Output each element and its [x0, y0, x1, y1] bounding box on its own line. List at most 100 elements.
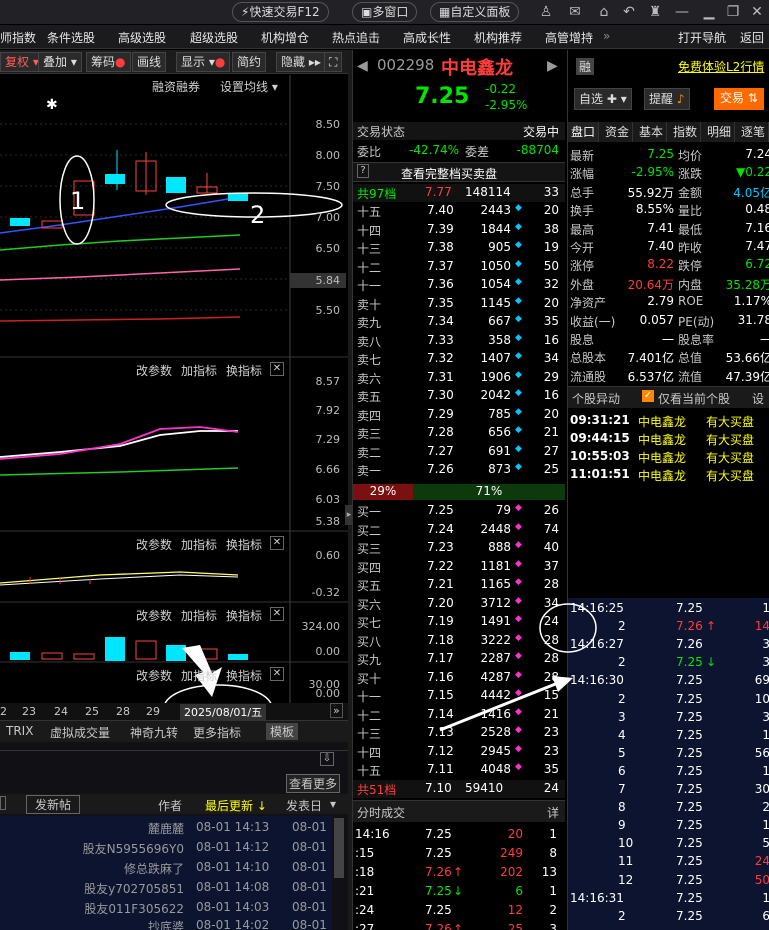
panel4-add-indicator-button[interactable]: 加指标 [181, 607, 217, 624]
panel5-add-indicator-button[interactable]: 加指标 [181, 667, 217, 684]
open-nav-link[interactable]: 打开导航 [678, 29, 726, 46]
panel3-add-indicator-button[interactable]: 加指标 [181, 536, 217, 553]
user-icon[interactable]: ♙ [537, 3, 555, 21]
tick-row[interactable]: 9 7.25 1 [568, 817, 769, 835]
ask-row[interactable]: 卖二 7.27 691 ◆ 27 [353, 443, 565, 461]
posts-scrollbar[interactable] [334, 818, 344, 878]
panel4-change-indicator-button[interactable]: 换指标 [226, 607, 262, 624]
minimize-icon[interactable]: — [673, 3, 691, 21]
time-sales-row[interactable]: :18 7.26 ↑ 202 13 [353, 864, 565, 882]
ma-setting-button[interactable]: 设置均线 ▾ [220, 78, 278, 95]
tab-virtual-volume[interactable]: 虚拟成交量 [50, 724, 110, 741]
tick-row[interactable]: 12 7.25 50 [568, 872, 769, 890]
collapse-icon[interactable]: ⇩ [320, 752, 334, 766]
kline-chart-area[interactable]: ✱ 1 2 融资融券 设置均线 ▾ 8.50 8.00 7.50 7.00 6.… [0, 75, 348, 720]
mail-icon[interactable]: ✉ [566, 3, 584, 21]
nav-item[interactable]: 机构推荐 [474, 29, 522, 46]
ask-row[interactable]: 卖七 7.32 1407 ◆ 34 [353, 350, 565, 368]
ask-row[interactable]: 十一 7.36 1054 ◆ 32 [353, 276, 565, 294]
panel2-add-indicator-button[interactable]: 加指标 [181, 362, 217, 379]
table-row[interactable]: 麓鹿麓 08-01 14:13 08-01 [0, 818, 330, 838]
margin-label[interactable]: 融资融券 [152, 78, 200, 95]
undo-icon[interactable]: ↶ [620, 3, 638, 21]
author-col-header[interactable]: 作者 [158, 797, 182, 814]
tab-basic[interactable]: 基本 [636, 122, 668, 142]
bid-row[interactable]: 买二 7.24 2448 ◆ 74 [353, 521, 565, 539]
tick-row[interactable]: 8 7.25 2 [568, 799, 769, 817]
hide-button[interactable]: 隐藏 ▸▸ [276, 52, 326, 72]
tab-funds[interactable]: 资金 [602, 122, 634, 142]
nav-item[interactable]: 条件选股 [47, 29, 95, 46]
movement-row[interactable]: 09:44:15 中电鑫龙 有大买盘 [568, 430, 769, 448]
tick-row[interactable]: 5 7.25 56 [568, 745, 769, 763]
tab-magic-nine[interactable]: 神奇九转 [130, 724, 178, 741]
panel5-close-icon[interactable]: ✕ [270, 667, 284, 681]
scroll-right-icon[interactable]: » [330, 703, 343, 718]
post-date-sort-icon[interactable]: ▾ [330, 797, 336, 811]
close-icon[interactable]: ✕ [748, 3, 766, 21]
ask-row[interactable]: 卖九 7.34 667 ◆ 35 [353, 313, 565, 331]
nav-item[interactable]: 超级选股 [190, 29, 238, 46]
quick-trade-button[interactable]: ⚡快速交易F12 [232, 2, 329, 22]
free-l2-link[interactable]: 免费体验L2行情 [678, 58, 764, 75]
bid-row[interactable]: 十四 7.12 2945 ◆ 23 [353, 743, 565, 761]
next-stock-icon[interactable]: ▶ [547, 58, 558, 74]
tab-template[interactable]: 模板 [266, 723, 299, 740]
bid-row[interactable]: 买三 7.23 888 ◆ 40 [353, 539, 565, 557]
remind-button[interactable]: 提醒 ♪ [644, 88, 690, 110]
shirt-icon[interactable]: ♜ [646, 3, 664, 21]
add-watchlist-button[interactable]: 自选 ✚ ▾ [574, 88, 632, 110]
time-sales-row[interactable]: :27 7.26 ↑ 25 3 [353, 921, 565, 930]
tick-row[interactable]: 6 7.25 1 [568, 763, 769, 781]
view-full-depth-button[interactable]: ? 查看完整档买卖盘 [353, 162, 565, 182]
panel2-change-indicator-button[interactable]: 换指标 [226, 362, 262, 379]
nav-item[interactable]: 热点追击 [332, 29, 380, 46]
panel2-params-button[interactable]: 改参数 [136, 362, 172, 379]
ask-row[interactable]: 十三 7.38 905 ◆ 19 [353, 239, 565, 257]
nav-item[interactable]: 高级选股 [118, 29, 166, 46]
panel3-close-icon[interactable]: ✕ [270, 536, 284, 550]
table-row[interactable]: 股友011F305622 08-01 14:03 08-01 [0, 898, 330, 918]
tab-handicap[interactable]: 盘口 [568, 122, 600, 142]
prev-stock-icon[interactable]: ◀ [357, 58, 368, 74]
table-row[interactable]: 修总跌麻了 08-01 14:10 08-01 [0, 858, 330, 878]
back-link[interactable]: 返回 [740, 29, 764, 46]
table-row[interactable]: 抄底婆 08-01 14:02 08-01 [0, 916, 330, 930]
movement-row[interactable]: 09:31:21 中电鑫龙 有大买盘 [568, 412, 769, 430]
time-sales-row[interactable]: :21 7.25 ↓ 6 1 [353, 883, 565, 901]
panel2-close-icon[interactable]: ✕ [270, 362, 284, 376]
tab-detail[interactable]: 明细 [704, 122, 736, 142]
last-update-col-header[interactable]: 最后更新 ↓ [205, 797, 267, 814]
overlay-button[interactable]: 叠加 ▾ [38, 52, 82, 72]
tick-row[interactable]: 7 7.25 30 [568, 781, 769, 799]
movement-settings-button[interactable]: 设 [752, 390, 764, 407]
bid-row[interactable]: 买一 7.25 79 ◆ 26 [353, 502, 565, 520]
tick-row[interactable]: 11 7.25 24 [568, 853, 769, 871]
fullscreen-icon[interactable]: ⛶ [324, 52, 343, 72]
nav-item[interactable]: 高管增持 [545, 29, 593, 46]
tab-index[interactable]: 指数 [670, 122, 702, 142]
draw-line-button[interactable]: 画线 [132, 52, 167, 72]
tab-more-indicators[interactable]: 更多指标 [193, 724, 241, 741]
ask-row[interactable]: 卖六 7.31 1906 ◆ 29 [353, 369, 565, 387]
view-more-button[interactable]: 查看更多 [286, 774, 341, 793]
tick-row[interactable]: 2 7.25 6 [568, 908, 769, 926]
bid-row[interactable]: 十五 7.11 4048 ◆ 35 [353, 761, 565, 779]
chips-button[interactable]: 筹码● [86, 52, 131, 72]
time-sales-row[interactable]: :15 7.25 249 8 [353, 845, 565, 863]
table-row[interactable]: 股友y702705851 08-01 14:08 08-01 [0, 878, 330, 898]
ask-row[interactable]: 十五 7.40 2443 ◆ 20 [353, 202, 565, 220]
movement-row[interactable]: 10:55:03 中电鑫龙 有大买盘 [568, 448, 769, 466]
tab-trix[interactable]: TRIX [6, 724, 33, 738]
ask-row[interactable]: 卖一 7.26 873 ◆ 25 [353, 461, 565, 479]
simple-button[interactable]: 简约 [232, 52, 267, 72]
post-date-col-header[interactable]: 发表日 [286, 797, 322, 814]
custom-panel-button[interactable]: ▦自定义面板 [430, 2, 520, 22]
tick-row[interactable]: 10 7.25 5 [568, 835, 769, 853]
display-button[interactable]: 显示 ▾● [176, 52, 231, 72]
bid-row[interactable]: 买四 7.22 1181 ◆ 37 [353, 558, 565, 576]
ask-row[interactable]: 卖三 7.28 656 ◆ 21 [353, 424, 565, 442]
ask-row[interactable]: 卖十 7.35 1145 ◆ 20 [353, 295, 565, 313]
movement-row[interactable]: 11:01:51 中电鑫龙 有大买盘 [568, 466, 769, 484]
tick-row[interactable]: 14:16:31 7.25 1 [568, 890, 769, 908]
